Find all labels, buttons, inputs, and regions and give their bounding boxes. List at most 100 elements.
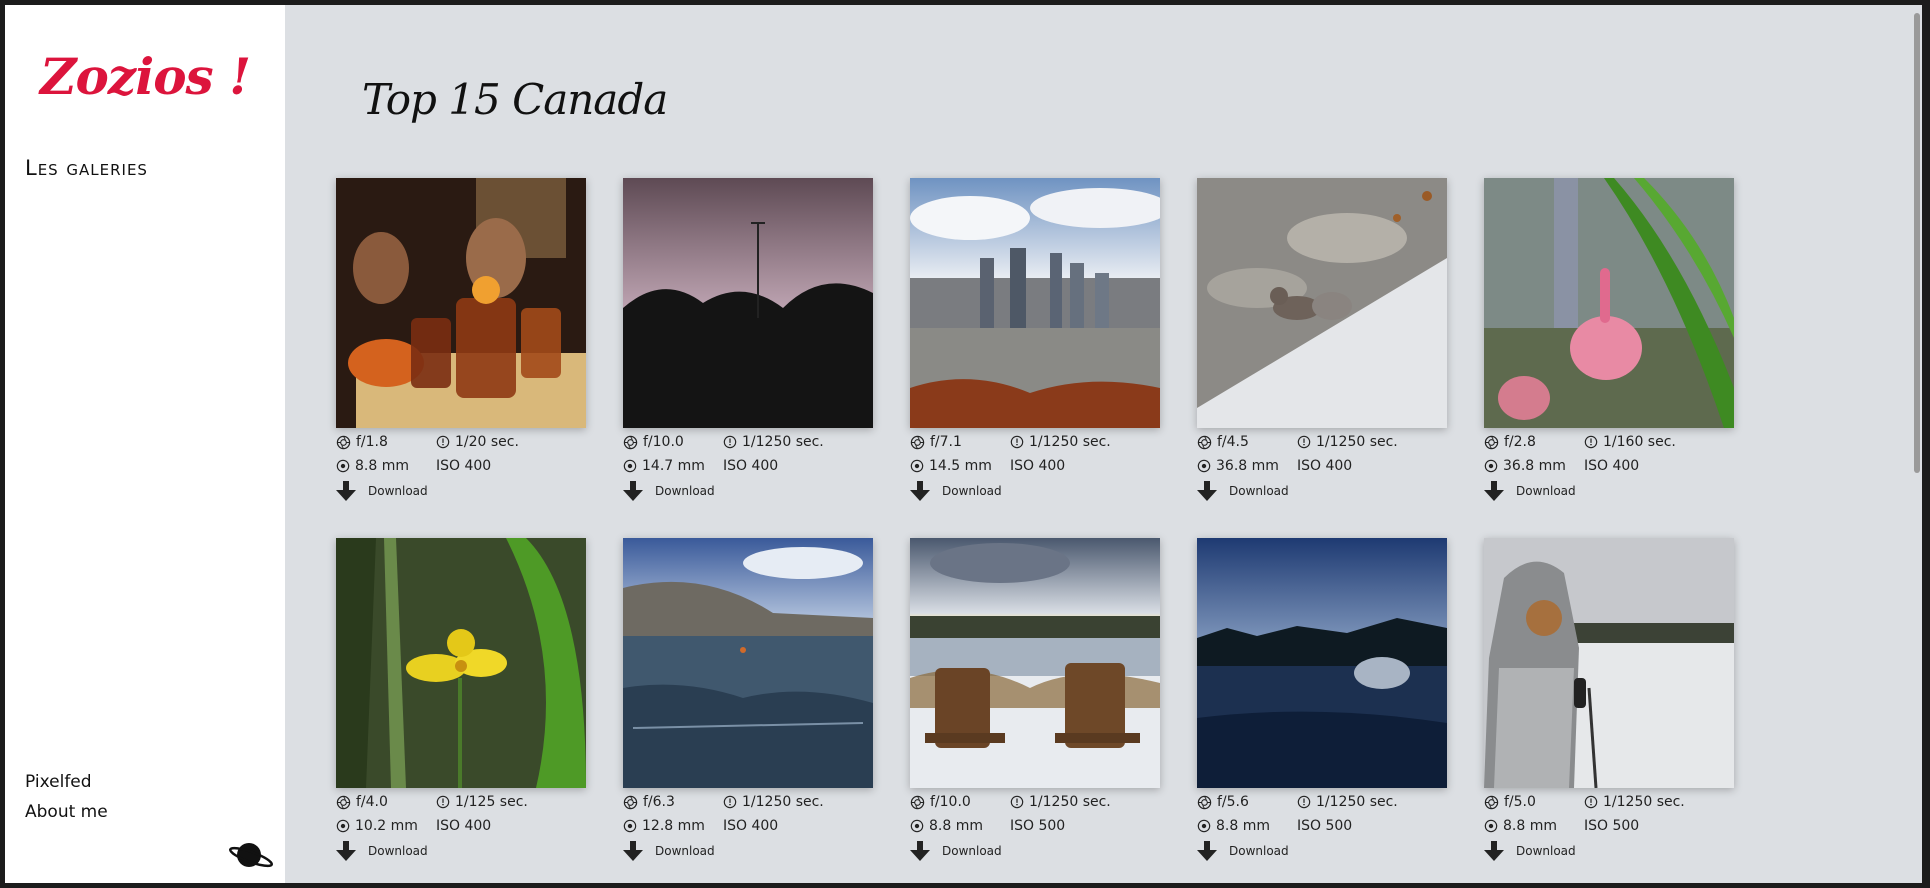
- photo-thumbnail[interactable]: [1484, 178, 1734, 428]
- page-title: Top 15 Canada: [362, 75, 668, 124]
- download-button[interactable]: Download: [336, 480, 428, 502]
- download-arrow-icon: [1197, 481, 1217, 501]
- photo-thumbnail[interactable]: [910, 538, 1160, 788]
- download-button[interactable]: Download: [623, 480, 715, 502]
- nav-galleries-link[interactable]: Les galeries: [25, 156, 148, 180]
- focal-length-icon: [1197, 819, 1211, 833]
- shutter-value: 1/1250 sec.: [1029, 794, 1111, 810]
- focal-value: 12.8 mm: [642, 818, 705, 834]
- iso-value: ISO 500: [1010, 818, 1066, 834]
- shutter-value: 1/1250 sec.: [742, 794, 824, 810]
- focal-length-icon: [336, 819, 350, 833]
- pixelfed-link[interactable]: Pixelfed: [25, 767, 108, 797]
- photo-card: f/10.0 1/1250 sec. 8.8 mm ISO 500 Downlo…: [910, 538, 1160, 873]
- iso-value: ISO 500: [1297, 818, 1353, 834]
- aperture-value: f/10.0: [643, 434, 684, 450]
- photo-card: f/6.3 1/1250 sec. 12.8 mm ISO 400 Downlo…: [623, 538, 873, 873]
- photo-metadata: f/5.6 1/1250 sec. 8.8 mm ISO 500 Downloa…: [1197, 788, 1447, 873]
- shutter-speed-icon: [1010, 795, 1024, 809]
- photo-metadata: f/2.8 1/160 sec. 36.8 mm ISO 400 Downloa…: [1484, 428, 1734, 513]
- photo-thumbnail[interactable]: [1197, 538, 1447, 788]
- download-button[interactable]: Download: [1484, 840, 1576, 862]
- download-arrow-icon: [1197, 841, 1217, 861]
- focal-value: 10.2 mm: [355, 818, 418, 834]
- shutter-speed-icon: [1584, 435, 1598, 449]
- vertical-scrollbar[interactable]: [1911, 5, 1922, 883]
- photo-card: f/5.0 1/1250 sec. 8.8 mm ISO 500 Downloa…: [1484, 538, 1734, 873]
- photo-card: f/4.0 1/125 sec. 10.2 mm ISO 400 Downloa…: [336, 538, 586, 873]
- download-label: Download: [942, 484, 1002, 498]
- focal-length-icon: [336, 459, 350, 473]
- aperture-value: f/5.6: [1217, 794, 1249, 810]
- shutter-speed-icon: [436, 435, 450, 449]
- focal-length-icon: [1484, 459, 1498, 473]
- aperture-icon: [1484, 795, 1499, 809]
- photo-card: f/10.0 1/1250 sec. 14.7 mm ISO 400 Downl…: [623, 178, 873, 513]
- aperture-icon: [910, 795, 925, 809]
- shutter-value: 1/125 sec.: [455, 794, 528, 810]
- planet-icon[interactable]: [227, 838, 275, 872]
- shutter-speed-icon: [723, 435, 737, 449]
- download-label: Download: [655, 844, 715, 858]
- download-button[interactable]: Download: [910, 840, 1002, 862]
- download-arrow-icon: [910, 481, 930, 501]
- download-arrow-icon: [623, 841, 643, 861]
- iso-value: ISO 500: [1584, 818, 1640, 834]
- shutter-value: 1/1250 sec.: [1029, 434, 1111, 450]
- photo-thumbnail[interactable]: [623, 178, 873, 428]
- focal-length-icon: [910, 819, 924, 833]
- aperture-icon: [623, 435, 638, 449]
- photo-thumbnail[interactable]: [336, 538, 586, 788]
- download-label: Download: [1229, 844, 1289, 858]
- aperture-value: f/10.0: [930, 794, 971, 810]
- shutter-speed-icon: [436, 795, 450, 809]
- shutter-speed-icon: [1297, 435, 1311, 449]
- photo-thumbnail[interactable]: [910, 178, 1160, 428]
- download-arrow-icon: [336, 841, 356, 861]
- iso-value: ISO 400: [723, 818, 779, 834]
- shutter-value: 1/1250 sec.: [1316, 434, 1398, 450]
- main-content: Top 15 Canada f/1.8 1/20 sec. 8.8 mm ISO…: [285, 5, 1922, 883]
- app-frame: Zozios ! Les galeries Pixelfed About me …: [5, 5, 1922, 883]
- iso-value: ISO 400: [436, 458, 492, 474]
- iso-value: ISO 400: [1010, 458, 1066, 474]
- aperture-icon: [910, 435, 925, 449]
- photo-metadata: f/10.0 1/1250 sec. 8.8 mm ISO 500 Downlo…: [910, 788, 1160, 873]
- download-button[interactable]: Download: [336, 840, 428, 862]
- aperture-icon: [336, 435, 351, 449]
- focal-value: 14.5 mm: [929, 458, 992, 474]
- aperture-icon: [1484, 435, 1499, 449]
- download-button[interactable]: Download: [1197, 840, 1289, 862]
- shutter-value: 1/1250 sec.: [742, 434, 824, 450]
- download-arrow-icon: [1484, 841, 1504, 861]
- site-logo[interactable]: Zozios !: [5, 47, 285, 106]
- scrollbar-thumb[interactable]: [1914, 13, 1920, 473]
- download-label: Download: [1516, 844, 1576, 858]
- iso-value: ISO 400: [1297, 458, 1353, 474]
- photo-card: f/7.1 1/1250 sec. 14.5 mm ISO 400 Downlo…: [910, 178, 1160, 513]
- about-me-link[interactable]: About me: [25, 797, 108, 827]
- shutter-speed-icon: [723, 795, 737, 809]
- photo-thumbnail[interactable]: [623, 538, 873, 788]
- download-arrow-icon: [1484, 481, 1504, 501]
- shutter-value: 1/20 sec.: [455, 434, 519, 450]
- aperture-icon: [623, 795, 638, 809]
- iso-value: ISO 400: [1584, 458, 1640, 474]
- photo-metadata: f/4.5 1/1250 sec. 36.8 mm ISO 400 Downlo…: [1197, 428, 1447, 513]
- focal-length-icon: [623, 459, 637, 473]
- photo-metadata: f/7.1 1/1250 sec. 14.5 mm ISO 400 Downlo…: [910, 428, 1160, 513]
- aperture-icon: [1197, 795, 1212, 809]
- shutter-value: 1/1250 sec.: [1603, 794, 1685, 810]
- photo-thumbnail[interactable]: [1197, 178, 1447, 428]
- focal-value: 8.8 mm: [1216, 818, 1270, 834]
- photo-thumbnail[interactable]: [1484, 538, 1734, 788]
- iso-value: ISO 400: [436, 818, 492, 834]
- download-label: Download: [655, 484, 715, 498]
- download-button[interactable]: Download: [910, 480, 1002, 502]
- photo-thumbnail[interactable]: [336, 178, 586, 428]
- download-button[interactable]: Download: [1197, 480, 1289, 502]
- download-button[interactable]: Download: [1484, 480, 1576, 502]
- download-button[interactable]: Download: [623, 840, 715, 862]
- photo-metadata: f/5.0 1/1250 sec. 8.8 mm ISO 500 Downloa…: [1484, 788, 1734, 873]
- aperture-value: f/4.0: [356, 794, 388, 810]
